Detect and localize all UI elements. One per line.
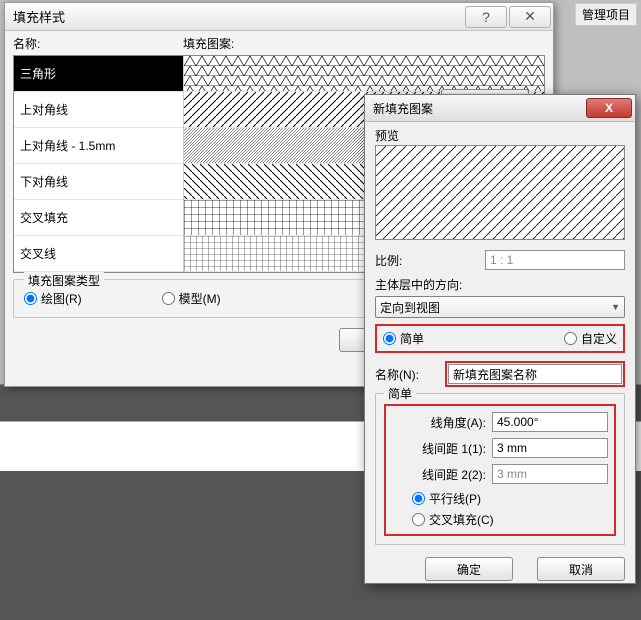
manage-project-button[interactable]: 管理项目	[575, 3, 637, 26]
dlg2-close-button[interactable]: X	[586, 98, 632, 118]
pattern-column-label: 填充图案:	[183, 35, 545, 55]
radio-model-input[interactable]	[162, 292, 175, 305]
radio-cross-label: 交叉填充(C)	[429, 511, 494, 528]
radio-simple-label: 简单	[400, 330, 424, 347]
orientation-label: 主体层中的方向:	[375, 276, 625, 293]
radio-simple[interactable]: 简单	[383, 330, 424, 347]
chevron-down-icon: ▼	[611, 302, 620, 312]
radio-parallel[interactable]: 平行线(P)	[412, 490, 608, 507]
name-column-label: 名称:	[13, 35, 183, 55]
scale-label: 比例:	[375, 252, 485, 269]
radio-drawing-input[interactable]	[24, 292, 37, 305]
group-legend: 填充图案类型	[24, 272, 104, 289]
radio-custom[interactable]: 自定义	[564, 330, 617, 347]
line-gap1-label: 线间距 1(1):	[392, 440, 492, 457]
radio-drawing-label: 绘图(R)	[41, 290, 82, 307]
new-fill-pattern-dialog: 新填充图案 X 预览 比例: 主体层中的方向: 定向到视图 ▼ 简单 自定义	[364, 94, 636, 584]
list-item[interactable]: 下对角线	[14, 164, 183, 200]
radio-simple-input[interactable]	[383, 332, 396, 345]
scale-input	[485, 250, 625, 270]
radio-drawing[interactable]: 绘图(R)	[24, 290, 82, 307]
list-item[interactable]: 交叉填充	[14, 200, 183, 236]
dlg2-title: 新填充图案	[373, 100, 433, 117]
list-item[interactable]: 上对角线 - 1.5mm	[14, 128, 183, 164]
close-window-button[interactable]: ✕	[509, 6, 551, 28]
line-gap1-input[interactable]	[492, 438, 608, 458]
preview-label: 预览	[375, 127, 625, 145]
list-item[interactable]: 上对角线	[14, 92, 183, 128]
dlg1-title: 填充样式	[13, 7, 65, 26]
radio-parallel-input[interactable]	[412, 492, 425, 505]
help-window-button[interactable]: ?	[465, 6, 507, 28]
pattern-swatch-triangles	[184, 56, 544, 92]
line-angle-input[interactable]	[492, 412, 608, 432]
radio-custom-label: 自定义	[581, 330, 617, 347]
list-item[interactable]: 三角形	[14, 56, 183, 92]
dlg2-ok-button[interactable]: 确定	[425, 557, 513, 581]
list-item[interactable]: 交叉线	[14, 236, 183, 272]
dlg1-titlebar: 填充样式 ? ✕	[5, 3, 553, 31]
name-label: 名称(N):	[375, 366, 445, 383]
pattern-name-input[interactable]	[448, 364, 622, 384]
radio-custom-input[interactable]	[564, 332, 577, 345]
radio-parallel-label: 平行线(P)	[429, 490, 481, 507]
type-radio-row: 简单 自定义	[375, 324, 625, 353]
line-angle-label: 线角度(A):	[392, 414, 492, 431]
radio-model[interactable]: 模型(M)	[162, 290, 221, 307]
radio-cross-input[interactable]	[412, 513, 425, 526]
orientation-combo[interactable]: 定向到视图 ▼	[375, 296, 625, 318]
radio-model-label: 模型(M)	[179, 290, 221, 307]
line-gap2-input	[492, 464, 608, 484]
preview-swatch	[375, 145, 625, 240]
radio-cross[interactable]: 交叉填充(C)	[412, 511, 608, 528]
simple-group: 简单 线角度(A): 线间距 1(1): 线间距 2(2):	[375, 393, 625, 545]
dlg2-cancel-button[interactable]: 取消	[537, 557, 625, 581]
orientation-value: 定向到视图	[380, 299, 440, 316]
line-gap2-label: 线间距 2(2):	[392, 466, 492, 483]
simple-group-legend: 简单	[384, 385, 416, 402]
window-buttons: ? ✕	[465, 6, 553, 28]
dlg2-titlebar: 新填充图案 X	[365, 95, 635, 122]
